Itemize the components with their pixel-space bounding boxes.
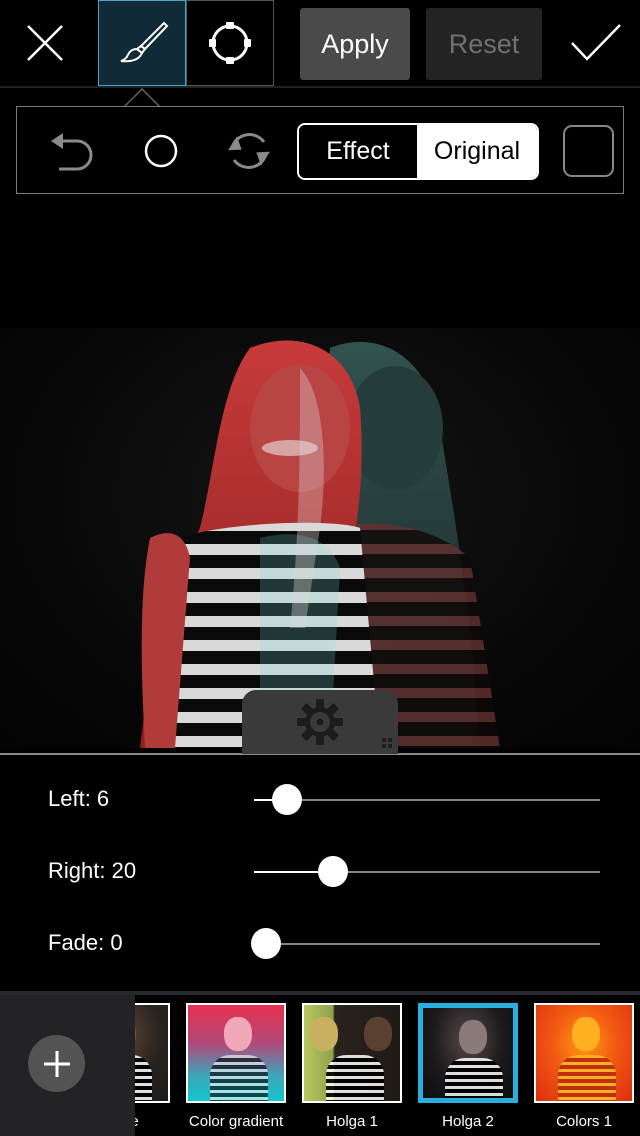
- square-icon[interactable]: [563, 125, 614, 177]
- slider-row-right: Right: 20: [0, 852, 640, 892]
- undo-button[interactable]: [43, 107, 103, 195]
- checkmark-icon: [571, 24, 621, 61]
- segment-effect[interactable]: Effect: [299, 125, 417, 178]
- slider-row-left: Left: 6: [0, 780, 640, 820]
- segment-original[interactable]: Original: [417, 125, 537, 178]
- slider-thumb[interactable]: [318, 856, 348, 887]
- confirm-button[interactable]: [560, 0, 632, 86]
- edited-photo: [140, 340, 500, 748]
- toolbar-divider: [0, 86, 640, 88]
- shape-tool-button[interactable]: [186, 0, 274, 86]
- effect-thumb-image: [302, 1003, 402, 1103]
- red-figure-layer: [140, 340, 380, 748]
- top-toolbar: Apply Reset: [0, 0, 640, 87]
- slider-fade[interactable]: [251, 928, 600, 959]
- refresh-icon: [228, 133, 270, 169]
- close-icon: [27, 25, 63, 61]
- photo-canvas[interactable]: [0, 328, 640, 748]
- slider-label-left: Left: 6: [48, 786, 110, 811]
- add-effect-button[interactable]: [28, 1035, 85, 1092]
- brush-size-button[interactable]: [131, 107, 191, 195]
- settings-tab[interactable]: [242, 690, 398, 754]
- effect-label: Colors 1: [556, 1113, 612, 1130]
- effect-thumb-image: [418, 1003, 518, 1103]
- drag-grip-icon: [382, 738, 392, 748]
- effect-original-toggle: Effect Original: [297, 123, 539, 180]
- gear-icon: [297, 699, 343, 745]
- effect-thumb-image: [534, 1003, 634, 1103]
- slider-thumb[interactable]: [272, 784, 302, 815]
- undo-icon: [51, 133, 93, 171]
- add-effect-panel: [0, 995, 135, 1136]
- brush-options-bar: Effect Original: [16, 106, 624, 194]
- slider-label-right: Right: 20: [48, 858, 137, 883]
- effects-strip: Mone Color gradient Holga 1 Holga 2: [0, 991, 640, 1136]
- effect-thumb-image: [186, 1003, 286, 1103]
- slider-row-fade: Fade: 0: [0, 924, 640, 964]
- close-button[interactable]: [0, 0, 90, 86]
- effect-sliders: Left: 6 Right: 20 Fade: 0: [0, 755, 640, 991]
- slider-label-fade: Fade: 0: [48, 930, 123, 955]
- slider-right[interactable]: [254, 856, 600, 887]
- slider-thumb[interactable]: [251, 928, 281, 959]
- reset-button[interactable]: Reset: [426, 8, 542, 80]
- canvas-area: [0, 194, 640, 755]
- apply-button[interactable]: Apply: [300, 8, 410, 80]
- refresh-button[interactable]: [219, 107, 279, 195]
- plus-icon: [43, 1050, 70, 1077]
- circle-handles-icon: [209, 22, 251, 64]
- slider-left[interactable]: [254, 784, 600, 815]
- brush-icon: [120, 21, 169, 63]
- brush-tool-button[interactable]: [98, 0, 186, 86]
- brush-size-circle-icon: [144, 134, 178, 168]
